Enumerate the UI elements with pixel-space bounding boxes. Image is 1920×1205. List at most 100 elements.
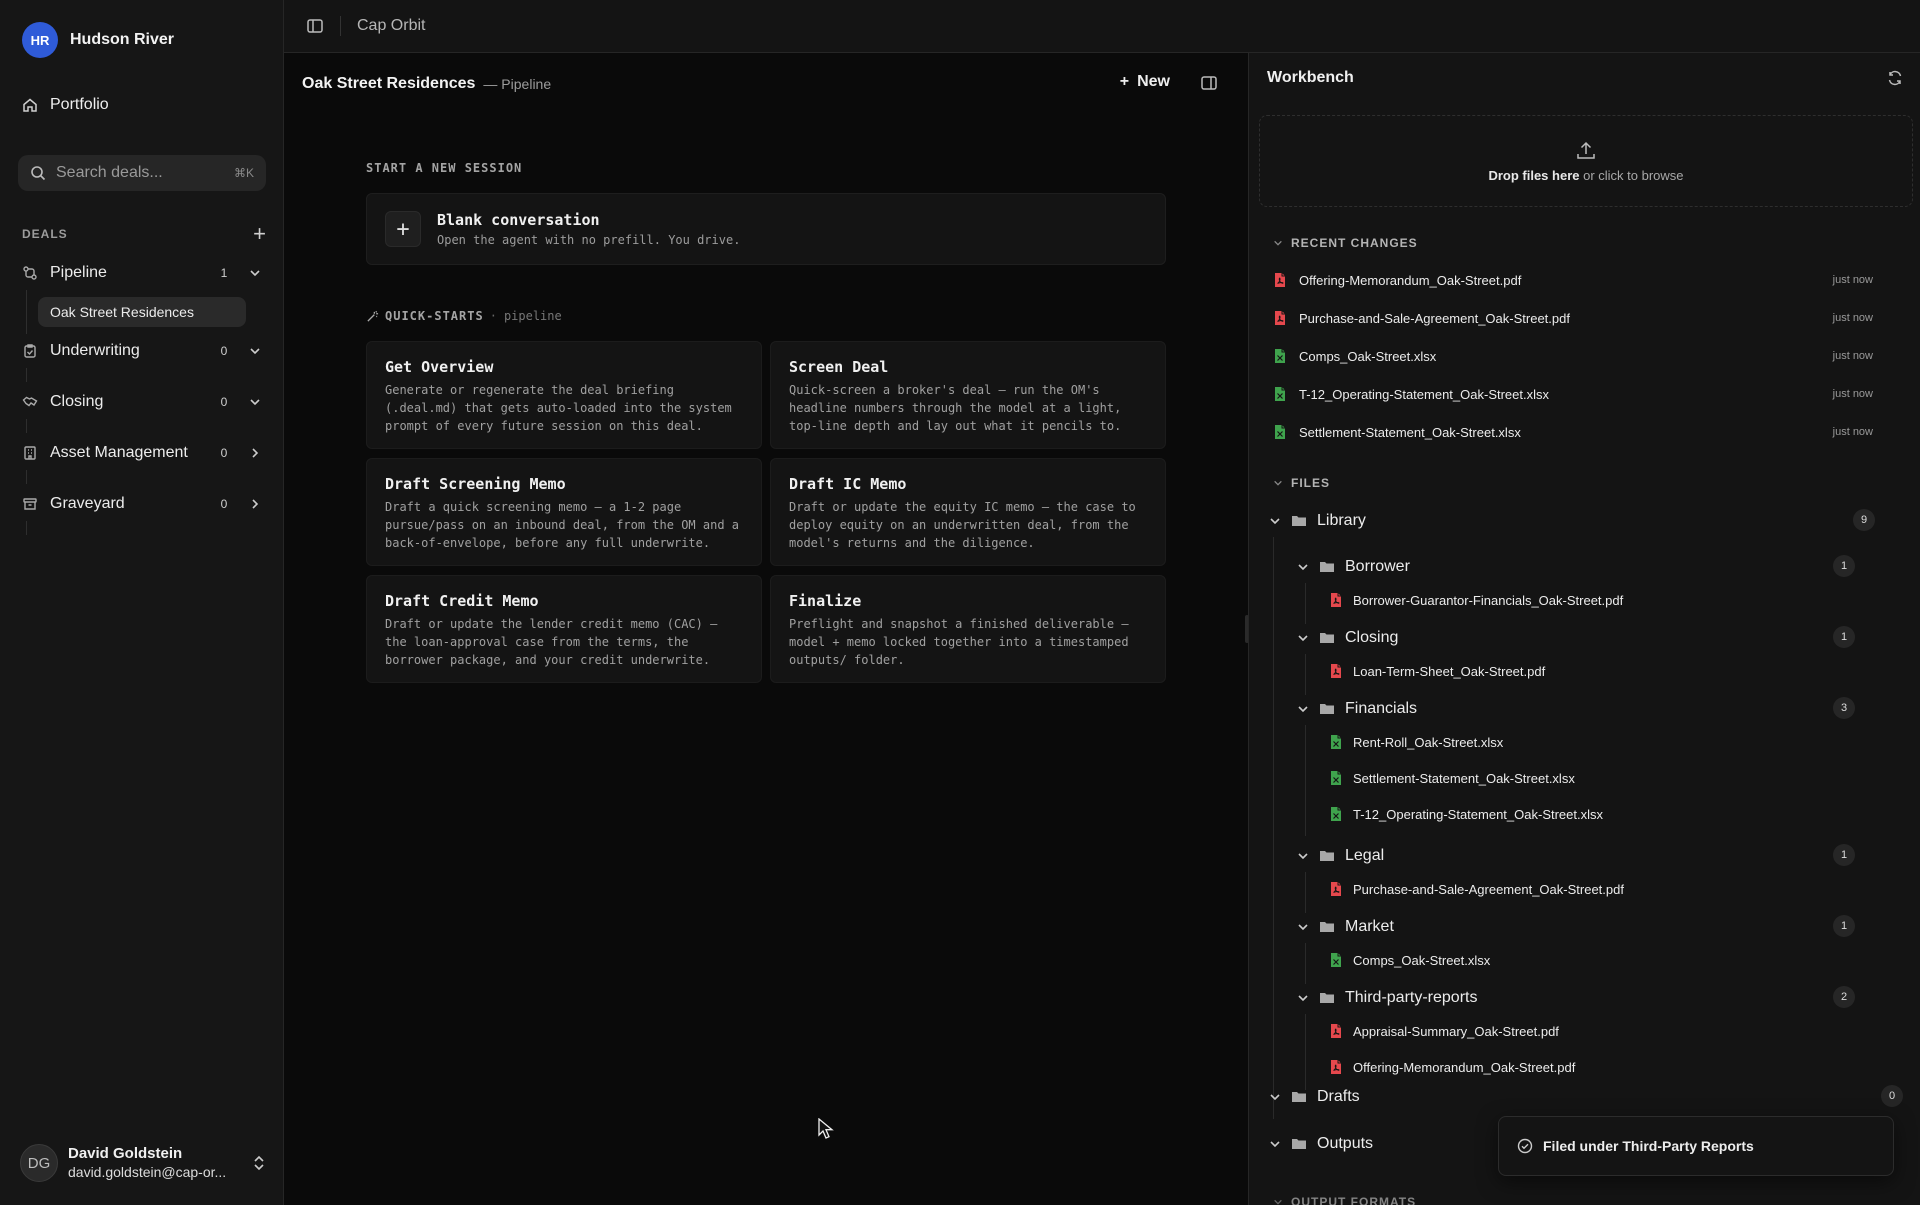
count-badge: 1 [1833, 555, 1855, 577]
folder-name: Legal [1345, 847, 1385, 864]
quickstart-finalize[interactable]: Finalize Preflight and snapshot a finish… [770, 575, 1166, 683]
file-tree-item[interactable]: Appraisal-Summary_Oak-Street.pdf [1329, 1019, 1559, 1043]
search-box[interactable]: ⌘K [18, 155, 266, 191]
file-tree-item[interactable]: Purchase-and-Sale-Agreement_Oak-Street.p… [1329, 877, 1624, 901]
pdf-file-icon [1331, 882, 1341, 896]
file-tree-item[interactable]: T-12_Operating-Statement_Oak-Street.xlsx [1329, 802, 1603, 826]
chevron-down-icon[interactable] [1269, 1138, 1281, 1150]
chevron-down-icon[interactable] [1269, 1091, 1281, 1103]
quickstart-draft-credit-memo[interactable]: Draft Credit Memo Draft or update the le… [366, 575, 762, 683]
stage-asset-management[interactable]: Asset Management 0 [22, 438, 266, 468]
upload-icon [1577, 141, 1595, 159]
folder-icon [1292, 1139, 1306, 1149]
chevron-down-icon[interactable] [1297, 561, 1309, 573]
folder-row[interactable]: Drafts [1269, 1085, 1360, 1109]
chevron-updown-icon[interactable] [252, 1155, 266, 1171]
quickstart-screen-deal[interactable]: Screen Deal Quick-screen a broker's deal… [770, 341, 1166, 449]
timestamp: just now [1832, 426, 1873, 438]
deals-header-label: DEALS [22, 227, 68, 241]
folder-icon [1320, 993, 1334, 1003]
workbench-header: Workbench [1267, 69, 1903, 87]
page-title: Oak Street Residences [302, 75, 476, 92]
app-name: Cap Orbit [357, 17, 426, 34]
folder-row[interactable]: Legal [1297, 844, 1384, 868]
toggle-workbench-button[interactable] [1200, 74, 1218, 95]
blank-conversation-card[interactable]: + Blank conversation Open the agent with… [366, 193, 1166, 265]
folder-icon [1320, 851, 1334, 861]
chevron-down-icon[interactable] [1269, 515, 1281, 527]
new-session-button[interactable]: + New [1120, 73, 1170, 91]
search-input[interactable] [56, 164, 224, 182]
spreadsheet-file-icon [1275, 425, 1285, 439]
recent-change-item[interactable]: Purchase-and-Sale-Agreement_Oak-Street.p… [1273, 306, 1873, 330]
folder-row[interactable]: Borrower [1297, 555, 1410, 579]
folder-name: Third-party-reports [1345, 989, 1478, 1006]
chevron-down-icon[interactable] [244, 267, 266, 279]
sidebar-toggle-icon[interactable] [306, 17, 324, 35]
quickstart-title: Get Overview [385, 358, 494, 376]
deal-oak-street-residences[interactable]: Oak Street Residences [38, 297, 246, 327]
workbench-title: Workbench [1267, 69, 1354, 86]
quickstart-draft-ic-memo[interactable]: Draft IC Memo Draft or update the equity… [770, 458, 1166, 566]
chevron-down-icon[interactable] [1297, 632, 1309, 644]
chevron-right-icon[interactable] [244, 498, 266, 510]
user-name: David Goldstein [68, 1145, 183, 1162]
user-menu[interactable]: DG David Goldstein david.goldstein@cap-o… [20, 1144, 266, 1182]
add-deal-button[interactable]: + [253, 223, 266, 245]
chevron-down-icon[interactable] [244, 396, 266, 408]
chevron-down-icon[interactable] [1297, 850, 1309, 862]
file-name: T-12_Operating-Statement_Oak-Street.xlsx [1299, 386, 1550, 402]
output-formats-toggle[interactable]: OUTPUT FORMATS [1273, 1195, 1416, 1205]
tree-line [26, 470, 27, 484]
page-subtitle: — Pipeline [483, 76, 552, 92]
recent-change-item[interactable]: Comps_Oak-Street.xlsx just now [1273, 344, 1873, 368]
pdf-file-icon [1331, 664, 1341, 678]
recent-changes-toggle[interactable]: RECENT CHANGES [1273, 236, 1418, 250]
stage-underwriting[interactable]: Underwriting 0 [22, 336, 266, 366]
folder-name: Drafts [1317, 1088, 1360, 1105]
chevron-down-icon[interactable] [244, 345, 266, 357]
timestamp: just now [1832, 312, 1873, 324]
file-dropzone[interactable]: Drop files here or click to browse [1259, 115, 1913, 207]
building-icon [24, 446, 36, 460]
stage-pipeline[interactable]: Pipeline 1 [22, 258, 266, 288]
file-tree-item[interactable]: Loan-Term-Sheet_Oak-Street.pdf [1329, 659, 1545, 683]
folder-row[interactable]: Outputs [1269, 1132, 1373, 1156]
quickstart-draft-screening-memo[interactable]: Draft Screening Memo Draft a quick scree… [366, 458, 762, 566]
file-name: Offering-Memorandum_Oak-Street.pdf [1299, 272, 1522, 288]
stage-closing[interactable]: Closing 0 [22, 387, 266, 417]
folder-row[interactable]: Third-party-reports [1297, 986, 1477, 1010]
pdf-file-icon [1331, 593, 1341, 607]
recent-change-item[interactable]: Offering-Memorandum_Oak-Street.pdf just n… [1273, 268, 1873, 292]
recent-change-item[interactable]: Settlement-Statement_Oak-Street.xlsx just… [1273, 420, 1873, 444]
file-name: Purchase-and-Sale-Agreement_Oak-Street.p… [1353, 881, 1624, 897]
folder-row[interactable]: Library [1269, 509, 1366, 533]
file-tree-item[interactable]: Comps_Oak-Street.xlsx [1329, 948, 1490, 972]
recent-change-item[interactable]: T-12_Operating-Statement_Oak-Street.xlsx… [1273, 382, 1873, 406]
file-tree-item[interactable]: Settlement-Statement_Oak-Street.xlsx [1329, 766, 1575, 790]
files-toggle[interactable]: FILES [1273, 476, 1330, 490]
folder-row[interactable]: Financials [1297, 697, 1417, 721]
chevron-down-icon[interactable] [1297, 703, 1309, 715]
quickstarts-label: QUICK-STARTS [385, 309, 484, 323]
org-switcher[interactable]: HR Hudson River [22, 22, 174, 58]
toast-notification: Filed under Third-Party Reports [1498, 1116, 1894, 1176]
folder-row[interactable]: Market [1297, 915, 1394, 939]
stage-graveyard[interactable]: Graveyard 0 [22, 489, 266, 519]
drop-title: Drop files here [1488, 167, 1580, 183]
folder-icon [1320, 922, 1334, 932]
file-tree-item[interactable]: Rent-Roll_Oak-Street.xlsx [1329, 730, 1503, 754]
chevron-down-icon[interactable] [1297, 921, 1309, 933]
search-shortcut: ⌘K [233, 166, 254, 180]
quickstart-get-overview[interactable]: Get Overview Generate or regenerate the … [366, 341, 762, 449]
count-badge: 1 [1833, 844, 1855, 866]
chevron-down-icon[interactable] [1297, 992, 1309, 1004]
stage-count: 0 [220, 395, 228, 409]
file-tree-item[interactable]: Offering-Memorandum_Oak-Street.pdf [1329, 1055, 1575, 1079]
chevron-right-icon[interactable] [244, 447, 266, 459]
file-tree-item[interactable]: Borrower-Guarantor-Financials_Oak-Street… [1329, 588, 1623, 612]
refresh-icon[interactable] [1887, 70, 1903, 86]
nav-portfolio[interactable]: Portfolio [22, 96, 109, 114]
file-name: Appraisal-Summary_Oak-Street.pdf [1353, 1023, 1559, 1039]
folder-row[interactable]: Closing [1297, 626, 1398, 650]
